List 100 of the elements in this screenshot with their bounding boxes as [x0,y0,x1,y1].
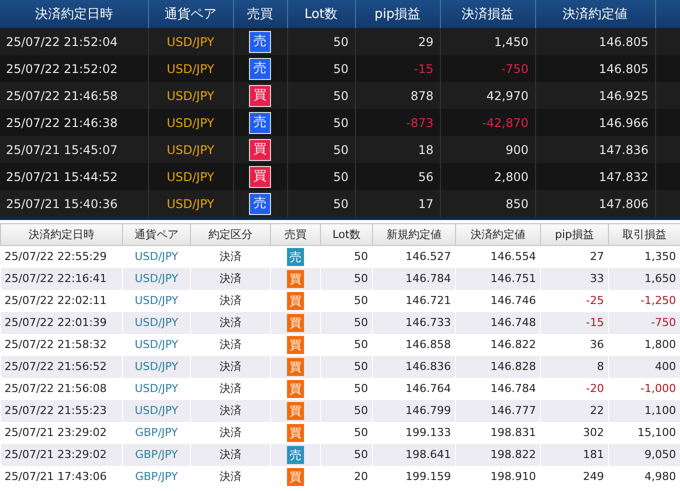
table-cell: 1,650 [608,268,680,290]
column-header[interactable]: 通貨ペア [122,224,190,246]
table-cell: 22 [540,400,608,422]
table-cell: 50 [287,55,355,82]
column-header[interactable]: 通貨ペア [148,0,233,28]
column-header[interactable]: Lot数 [320,224,372,246]
table-cell: -750 [440,55,535,82]
table-cell: 決済 [190,334,270,356]
table-cell: 147.806 [535,190,655,218]
table-cell: -750 [608,312,680,334]
table-cell: 42,970 [440,82,535,109]
table-cell: 50 [320,290,372,312]
table-cell: 50 [287,109,355,136]
table-cell: 25/07/22 21:52:04 [0,28,148,55]
column-header[interactable]: 売買 [233,0,287,28]
side-badge: 買 [287,380,304,398]
table-cell: 146.554 [456,246,540,268]
table-cell: 302 [540,422,608,444]
table-cell: -873 [355,109,440,136]
column-header[interactable]: 決済約定日時 [0,0,148,28]
column-header[interactable]: Lot数 [287,0,355,28]
table-cell: -1,250 [608,290,680,312]
column-header[interactable]: pip損益 [355,0,440,28]
column-header[interactable]: 決済約定値 [456,224,540,246]
column-header[interactable]: 約定区分 [190,224,270,246]
table-cell: 198.822 [456,444,540,466]
table-cell: USD/JPY [122,268,190,290]
column-header[interactable]: 決済約定値 [535,0,655,28]
table-cell: 146.777 [456,400,540,422]
table-cell: -20 [540,378,608,400]
table-cell: 146.858 [372,334,456,356]
table-cell: 27 [540,246,608,268]
table-cell: -15 [355,55,440,82]
table-cell: 25/07/22 22:01:39 [0,312,122,334]
table-cell: 146.805 [535,55,655,82]
side-badge: 売 [249,30,271,52]
table-cell: 56 [355,163,440,190]
table-cell: USD/JPY [122,356,190,378]
table-cell: USD/JPY [122,400,190,422]
table-cell: -1,000 [608,378,680,400]
table-cell: 決済 [190,268,270,290]
column-header[interactable]: 新規約定値 [372,224,456,246]
table-cell: 29 [355,28,440,55]
table-cell: 1,800 [608,334,680,356]
table-cell: 2,800 [440,163,535,190]
side-badge: 買 [249,166,271,188]
table-cell: 25/07/22 21:46:38 [0,109,148,136]
side-badge: 買 [287,314,304,332]
table-cell: 146.764 [372,378,456,400]
side-badge: 買 [287,402,304,420]
table-cell: 25/07/22 21:56:52 [0,356,122,378]
table-cell: 50 [320,400,372,422]
table-cell: 50 [320,378,372,400]
column-header[interactable]: 売買 [270,224,320,246]
side-badge: 売 [249,58,271,80]
column-header[interactable]: 取引損益 [608,224,680,246]
table-cell: USD/JPY [148,82,233,109]
table-cell: 25/07/22 21:46:58 [0,82,148,109]
table-cell: 50 [287,190,355,218]
column-header[interactable]: 決済約定日時 [0,224,122,246]
table-cell: 1,350 [608,246,680,268]
column-header[interactable]: pip損益 [540,224,608,246]
table-cell: USD/JPY [148,163,233,190]
table-cell: 198.641 [372,444,456,466]
table-cell: 50 [320,312,372,334]
side-badge: 買 [249,138,271,160]
table-cell: 50 [287,163,355,190]
table-cell: 50 [320,334,372,356]
table-cell: 8 [540,356,608,378]
table-cell: 146.784 [372,268,456,290]
table-cell: 146.527 [372,246,456,268]
table-cell: 146.751 [456,268,540,290]
table-cell: 決済 [190,246,270,268]
table-cell: 15,100 [608,422,680,444]
side-badge: 売 [287,248,304,266]
table-cell: -15 [540,312,608,334]
side-badge: 買 [287,336,304,354]
column-header[interactable]: 決済損益 [440,0,535,28]
table-cell: 33 [540,268,608,290]
table-cell: 50 [320,268,372,290]
table-cell: 50 [287,136,355,163]
side-badge: 売 [287,446,304,464]
table-cell: 50 [320,422,372,444]
table-cell: 決済 [190,444,270,466]
table-cell: 146.925 [535,82,655,109]
table-cell: 決済 [190,400,270,422]
table-cell: USD/JPY [122,334,190,356]
table-cell: 25/07/21 15:40:36 [0,190,148,218]
table-cell: 25/07/22 21:58:32 [0,334,122,356]
table-cell: 146.748 [456,312,540,334]
table-cell: 36 [540,334,608,356]
table-cell: 25/07/21 23:29:02 [0,422,122,444]
table-cell: 146.836 [372,356,456,378]
table-cell: 146.822 [456,334,540,356]
table-cell: 147.836 [535,136,655,163]
table-cell: USD/JPY [148,190,233,218]
table-cell: 1,450 [440,28,535,55]
table-cell: 146.733 [372,312,456,334]
table-cell: 9,050 [608,444,680,466]
table-cell: GBP/JPY [122,444,190,466]
